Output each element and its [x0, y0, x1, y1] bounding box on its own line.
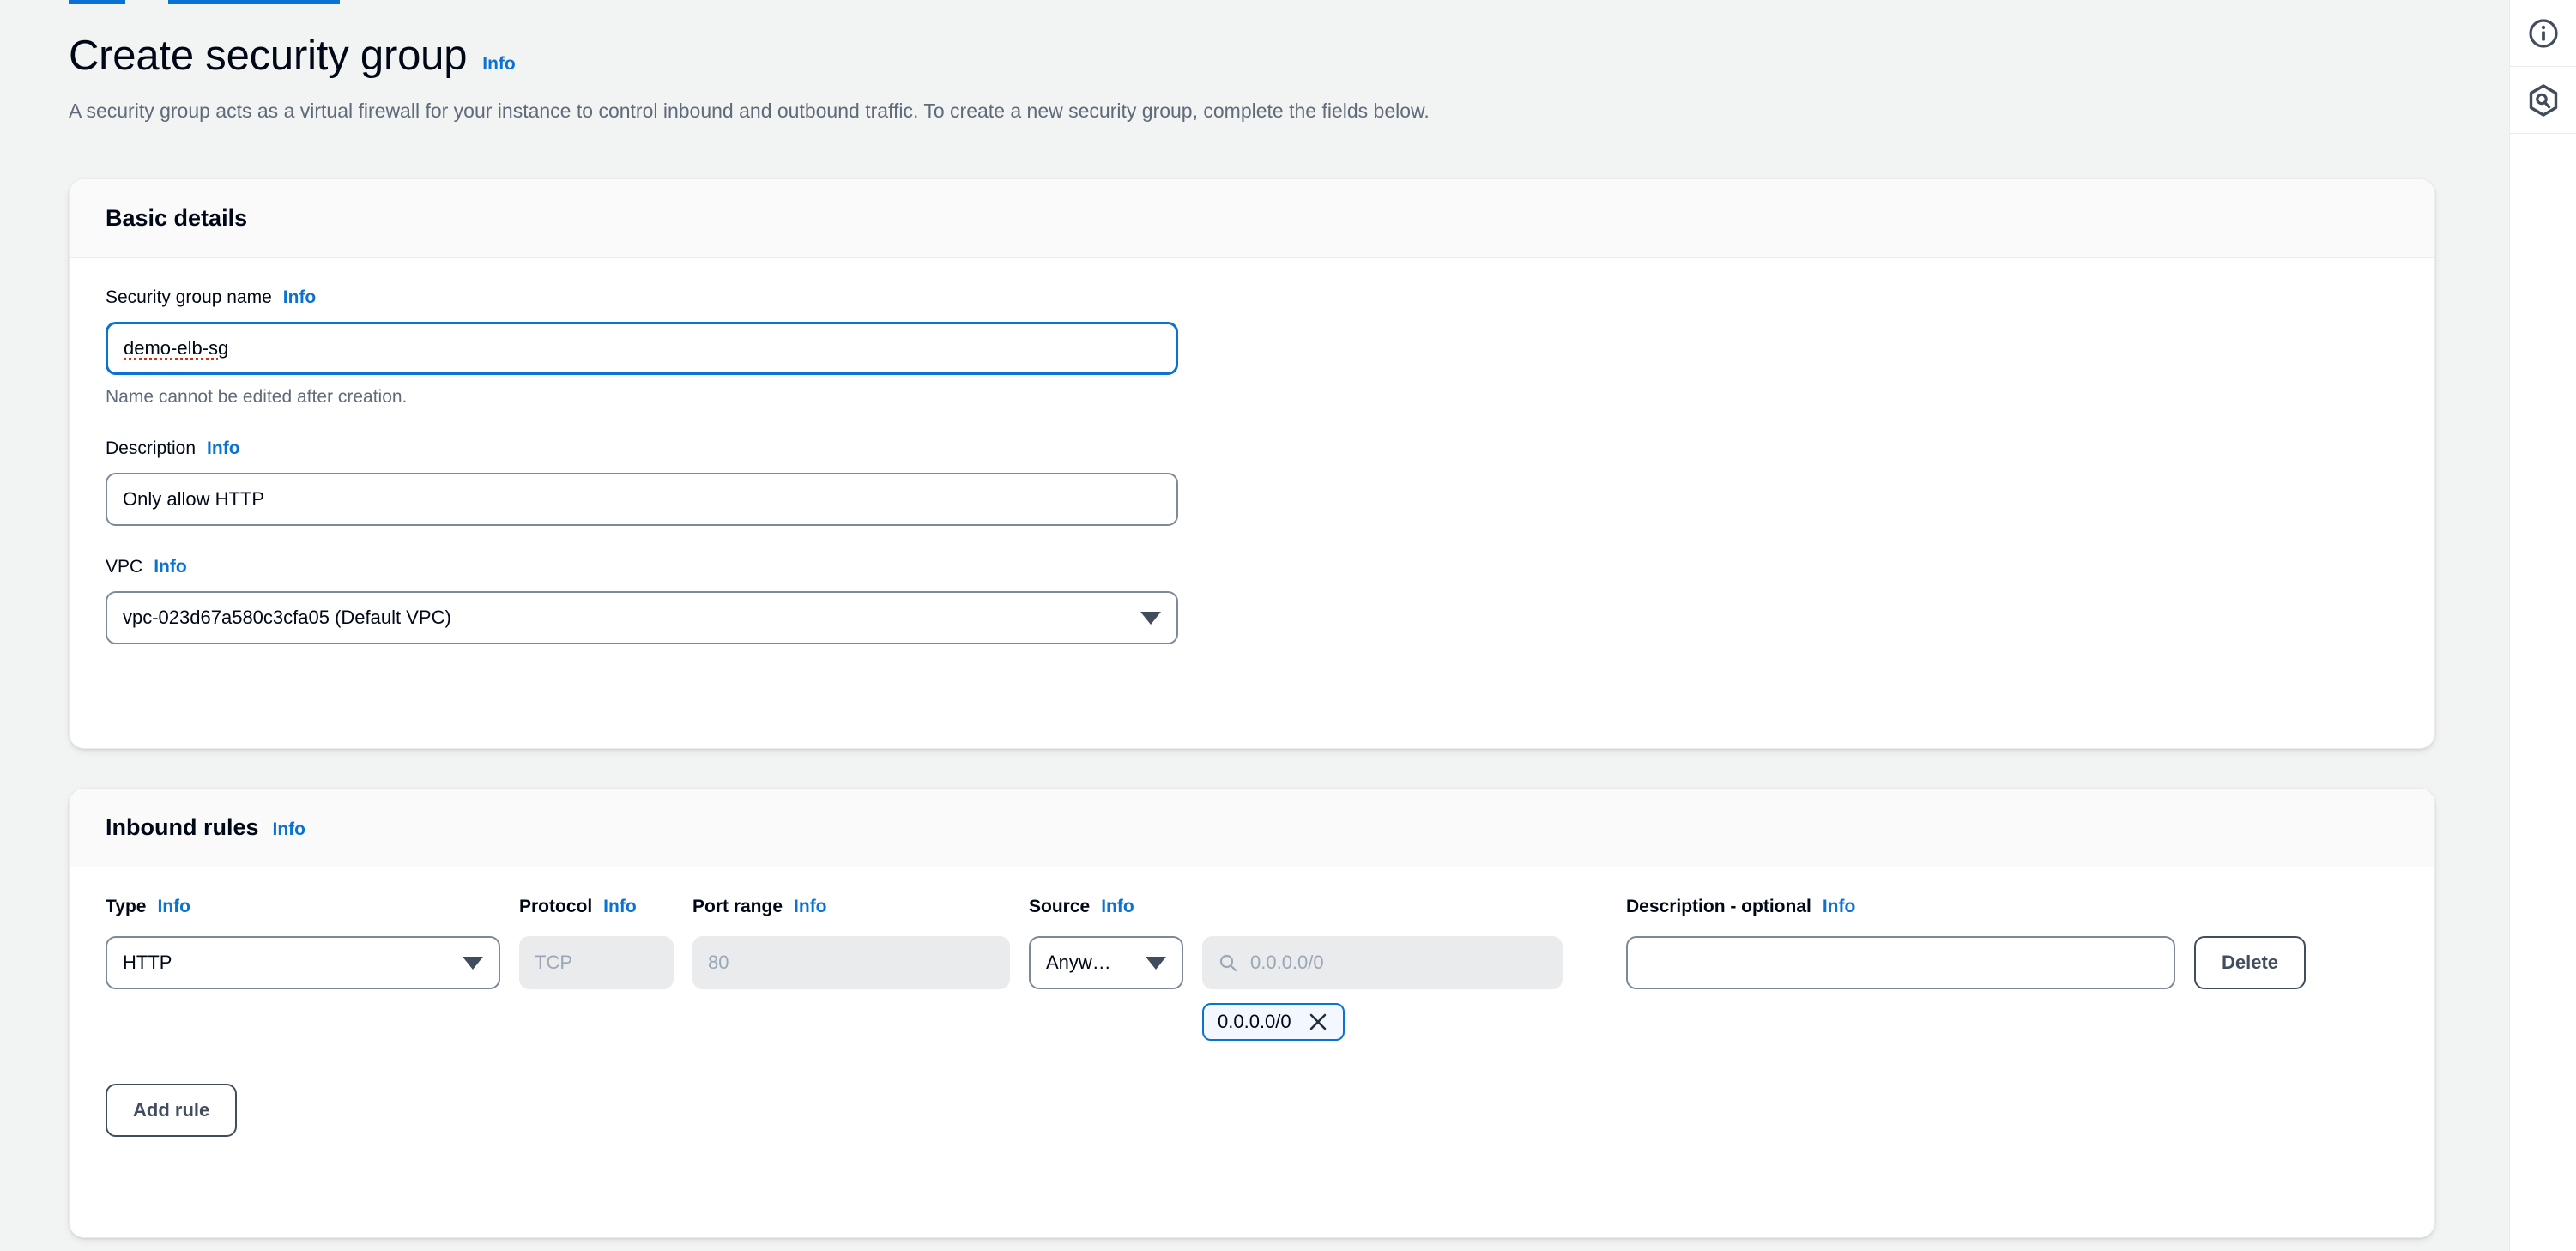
search-icon: [1218, 952, 1238, 973]
security-group-name-helper: Name cannot be edited after creation.: [106, 387, 2398, 408]
table-row-source-value-cell: 0.0.0.0/0 0.0.0.0/0: [1202, 936, 1563, 1041]
rule-source-token[interactable]: 0.0.0.0/0: [1202, 1003, 1345, 1041]
inbound-rules-body: Type Info Protocol Info Port range Info …: [70, 867, 2434, 1173]
description-info-link[interactable]: Info: [207, 438, 239, 459]
table-row-port-range-cell: 80: [692, 936, 1010, 989]
basic-details-title: Basic details: [106, 205, 247, 232]
description-label-row: Description Info: [106, 438, 2398, 459]
vpc-label: VPC: [106, 557, 142, 577]
column-header-type-label: Type: [106, 897, 146, 917]
column-header-port-range-info-link[interactable]: Info: [794, 897, 826, 917]
assistant-panel-toggle-button[interactable]: [2510, 67, 2576, 134]
column-header-protocol-info-link[interactable]: Info: [603, 897, 636, 917]
description-value: Only allow HTTP: [123, 488, 264, 511]
rule-source-search-input: 0.0.0.0/0: [1202, 936, 1563, 989]
page-title: Create security group: [69, 34, 467, 78]
add-rule-button[interactable]: Add rule: [106, 1084, 237, 1137]
column-header-type: Type Info: [106, 897, 500, 917]
page-subtitle: A security group acts as a virtual firew…: [69, 97, 2386, 124]
rule-protocol-input: TCP: [519, 936, 674, 989]
column-header-description-label: Description - optional: [1626, 897, 1811, 917]
basic-details-panel: Basic details Security group name Info d…: [69, 178, 2435, 749]
description-field: Description Info Only allow HTTP: [106, 438, 2398, 526]
column-header-description-info-link[interactable]: Info: [1823, 897, 1855, 917]
rule-description-input[interactable]: [1626, 936, 2175, 989]
page-title-row: Create security group Info: [69, 34, 2386, 78]
column-header-type-info-link[interactable]: Info: [157, 897, 190, 917]
page-title-info-link[interactable]: Info: [482, 54, 515, 75]
chevron-down-icon: [463, 957, 483, 970]
column-header-port-range: Port range Info: [692, 897, 1010, 917]
table-row-spacer-cell: [1581, 936, 1607, 989]
breadcrumb-link-stub[interactable]: [69, 0, 125, 4]
description-label: Description: [106, 438, 196, 459]
page-header: Create security group Info A security gr…: [69, 34, 2386, 125]
vpc-selected-value: vpc-023d67a580c3cfa05 (Default VPC): [123, 607, 1132, 629]
delete-rule-button[interactable]: Delete: [2194, 936, 2306, 989]
basic-details-header: Basic details: [70, 179, 2434, 258]
create-security-group-page: Create security group Info A security gr…: [0, 0, 2576, 1251]
security-group-name-label-row: Security group name Info: [106, 287, 2398, 308]
rule-source-token-label: 0.0.0.0/0: [1218, 1011, 1291, 1033]
security-group-name-info-link[interactable]: Info: [283, 287, 316, 308]
rule-source-type-value: Anyw…: [1046, 952, 1137, 974]
column-header-source-label: Source: [1029, 897, 1090, 917]
table-row-source-type-cell: Anyw…: [1029, 936, 1183, 989]
info-circle-icon: [2526, 16, 2561, 51]
vpc-select[interactable]: vpc-023d67a580c3cfa05 (Default VPC): [106, 591, 1178, 644]
security-group-name-label: Security group name: [106, 287, 272, 308]
column-header-port-range-label: Port range: [692, 897, 783, 917]
inbound-rules-table: Type Info Protocol Info Port range Info …: [106, 897, 2398, 1041]
rule-source-placeholder: 0.0.0.0/0: [1250, 952, 1324, 974]
column-header-protocol-label: Protocol: [519, 897, 592, 917]
table-row-description-cell: [1626, 936, 2175, 989]
description-input[interactable]: Only allow HTTP: [106, 473, 1178, 526]
basic-details-body: Security group name Info demo-elb-sg Nam…: [70, 258, 2434, 680]
hexagon-assistant-icon: [2525, 82, 2561, 118]
vpc-field: VPC Info vpc-023d67a580c3cfa05 (Default …: [106, 557, 2398, 644]
inbound-rules-header: Inbound rules Info: [70, 789, 2434, 867]
vpc-label-row: VPC Info: [106, 557, 2398, 577]
breadcrumb-link-stub[interactable]: [168, 0, 340, 4]
table-row-type-cell: HTTP: [106, 936, 500, 989]
inbound-rules-info-link[interactable]: Info: [273, 819, 305, 840]
column-header-source-info-link[interactable]: Info: [1101, 897, 1134, 917]
column-header-source: Source Info: [1029, 897, 1183, 917]
column-header-protocol: Protocol Info: [519, 897, 674, 917]
column-header-description: Description - optional Info: [1626, 897, 2175, 917]
close-icon[interactable]: [1307, 1011, 1329, 1033]
vpc-info-link[interactable]: Info: [154, 557, 186, 577]
table-row-protocol-cell: TCP: [519, 936, 674, 989]
rule-source-type-select[interactable]: Anyw…: [1029, 936, 1183, 989]
info-panel-toggle-button[interactable]: [2510, 0, 2576, 67]
rule-type-value: HTTP: [123, 952, 454, 974]
chevron-down-icon: [1146, 957, 1166, 970]
rule-type-select[interactable]: HTTP: [106, 936, 500, 989]
inbound-rules-title: Inbound rules: [106, 814, 259, 841]
security-group-name-value: demo-elb-sg: [124, 337, 228, 360]
security-group-name-input[interactable]: demo-elb-sg: [106, 322, 1178, 375]
right-sidebar-rail: [2509, 0, 2576, 1251]
inbound-rules-panel: Inbound rules Info Type Info Protocol In…: [69, 788, 2435, 1238]
rule-port-range-input: 80: [692, 936, 1010, 989]
chevron-down-icon: [1140, 612, 1161, 625]
security-group-name-field: Security group name Info demo-elb-sg Nam…: [106, 287, 2398, 408]
table-row-actions-cell: Delete: [2194, 936, 2357, 989]
rule-protocol-value: TCP: [535, 952, 572, 974]
rule-port-range-value: 80: [708, 952, 729, 974]
